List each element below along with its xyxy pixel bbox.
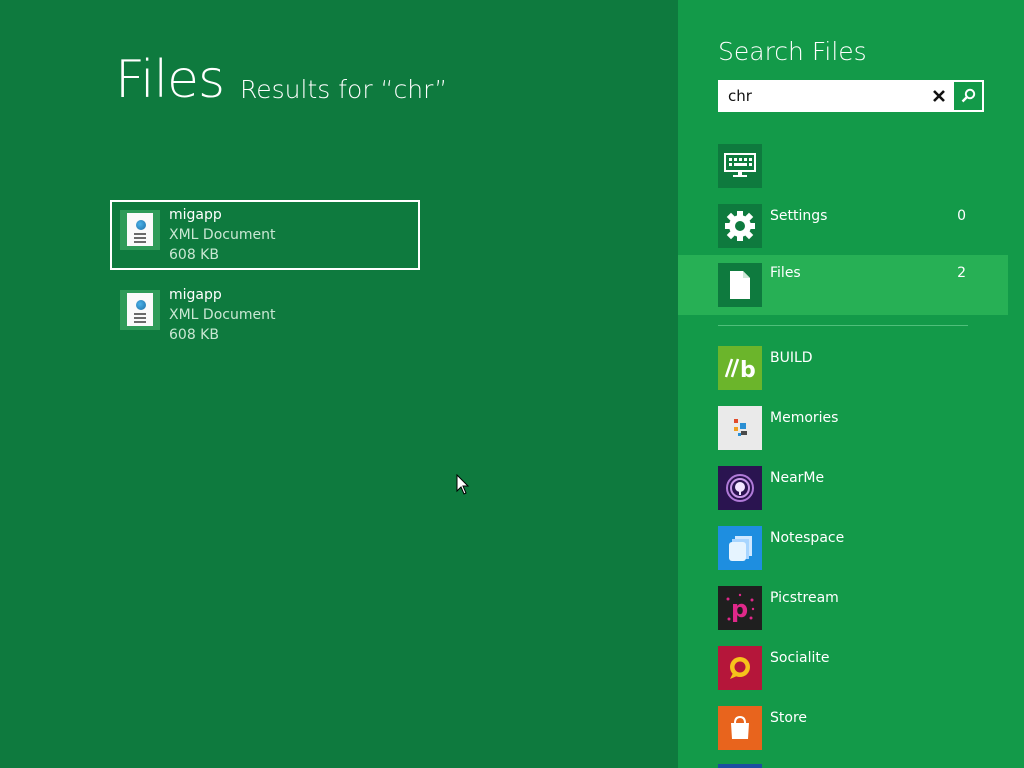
search-pane-title: Search Files [718, 37, 867, 66]
app-item-notespace[interactable]: Notespace [678, 526, 1008, 586]
search-button[interactable] [954, 82, 982, 110]
xml-document-icon [120, 290, 160, 330]
results-area: Files Results for “chr” migapp XML Docum… [0, 0, 678, 768]
nearme-app-icon [718, 466, 762, 510]
app-item-partial [678, 764, 1008, 768]
app-label: Notespace [770, 530, 845, 546]
mouse-cursor-icon [456, 474, 470, 495]
scope-item-settings[interactable]: Settings 0 [678, 200, 1008, 260]
search-pane: Search Files chr Settings 0 Files 2 b BU… [678, 0, 1024, 768]
scope-count: 0 [957, 208, 966, 224]
app-item-build[interactable]: b BUILD [678, 346, 1008, 406]
divider [718, 325, 968, 326]
app-icon [718, 764, 762, 768]
svg-text:b: b [740, 358, 756, 381]
result-size: 608 KB [169, 247, 219, 263]
result-type: XML Document [169, 307, 276, 323]
result-name: migapp [169, 287, 222, 303]
search-input[interactable] [720, 82, 932, 110]
file-icon [718, 263, 762, 307]
result-type: XML Document [169, 227, 276, 243]
app-item-nearme[interactable]: NearMe [678, 466, 1008, 526]
scope-count: 2 [957, 265, 966, 281]
result-size: 608 KB [169, 327, 219, 343]
keyboard-icon [718, 144, 762, 188]
app-item-picstream[interactable]: p Picstream [678, 586, 1008, 646]
app-label: Memories [770, 410, 839, 426]
scope-item-files[interactable]: Files 2 [678, 255, 1008, 315]
notespace-app-icon [718, 526, 762, 570]
gear-icon [718, 204, 762, 248]
svg-text:p: p [731, 595, 748, 623]
app-label: NearMe [770, 470, 825, 486]
app-item-socialite[interactable]: Socialite [678, 646, 1008, 706]
app-label: BUILD [770, 350, 813, 366]
picstream-app-icon: p [718, 586, 762, 630]
store-app-icon [718, 706, 762, 750]
app-item-store[interactable]: Store [678, 706, 1008, 766]
app-item-memories[interactable]: Memories [678, 406, 1008, 466]
search-icon [961, 88, 976, 103]
clear-icon[interactable] [926, 82, 952, 110]
page-title: Files [115, 50, 225, 110]
page-subtitle: Results for “chr” [240, 75, 448, 104]
app-label: Picstream [770, 590, 839, 606]
result-item[interactable]: migapp XML Document 608 KB [110, 200, 420, 270]
scope-item-on-screen-keyboard[interactable] [678, 140, 1008, 200]
build-app-icon: b [718, 346, 762, 390]
result-item[interactable]: migapp XML Document 608 KB [110, 280, 420, 350]
scope-label: Files [770, 265, 801, 281]
socialite-app-icon [718, 646, 762, 690]
xml-document-icon [120, 210, 160, 250]
app-label: Store [770, 710, 808, 726]
memories-app-icon [718, 406, 762, 450]
result-name: migapp [169, 207, 222, 223]
app-label: Socialite [770, 650, 830, 666]
scope-label: Settings [770, 208, 828, 224]
search-box [718, 80, 984, 112]
